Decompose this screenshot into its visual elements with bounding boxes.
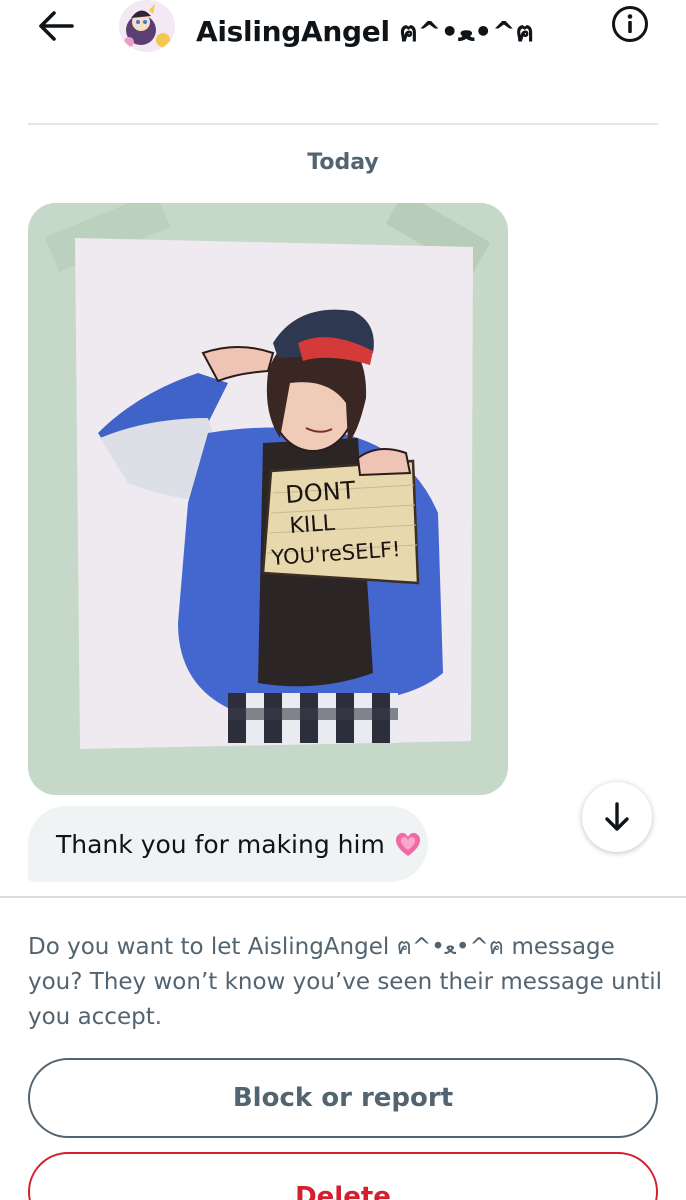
message-text: Thank you for making him bbox=[56, 829, 385, 859]
block-or-report-button[interactable]: Block or report bbox=[28, 1058, 658, 1138]
info-circle-icon bbox=[612, 6, 648, 42]
growing-heart-emoji-icon bbox=[393, 830, 423, 858]
avatar[interactable] bbox=[119, 0, 175, 52]
back-button[interactable] bbox=[34, 6, 80, 46]
request-divider bbox=[0, 896, 686, 898]
delete-button[interactable]: Delete bbox=[28, 1152, 658, 1200]
scroll-to-bottom-button[interactable] bbox=[582, 782, 652, 852]
image-attachment[interactable]: DONT KILL YOU'reSELF! bbox=[28, 203, 508, 795]
sign-line-2: KILL bbox=[289, 511, 337, 539]
arrow-left-icon bbox=[39, 11, 74, 41]
arrow-down-icon bbox=[605, 802, 629, 831]
dm-request-screen: AislingAngel ฅ^•ﻌ•^ฅ Today DONT KILL YOU… bbox=[0, 0, 686, 1200]
sign-line-1: DONT bbox=[284, 476, 356, 509]
date-separator: Today bbox=[307, 150, 379, 175]
header-divider bbox=[28, 123, 658, 125]
conversation-title[interactable]: AislingAngel ฅ^•ﻌ•^ฅ bbox=[196, 10, 534, 54]
message-request-prompt: Do you want to let AislingAngel ฅ^•ﻌ•^ฅ … bbox=[28, 934, 663, 1030]
message-bubble[interactable]: Thank you for making him bbox=[28, 806, 428, 882]
conversation-header: AislingAngel ฅ^•ﻌ•^ฅ bbox=[0, 0, 686, 56]
info-button[interactable] bbox=[610, 4, 650, 44]
